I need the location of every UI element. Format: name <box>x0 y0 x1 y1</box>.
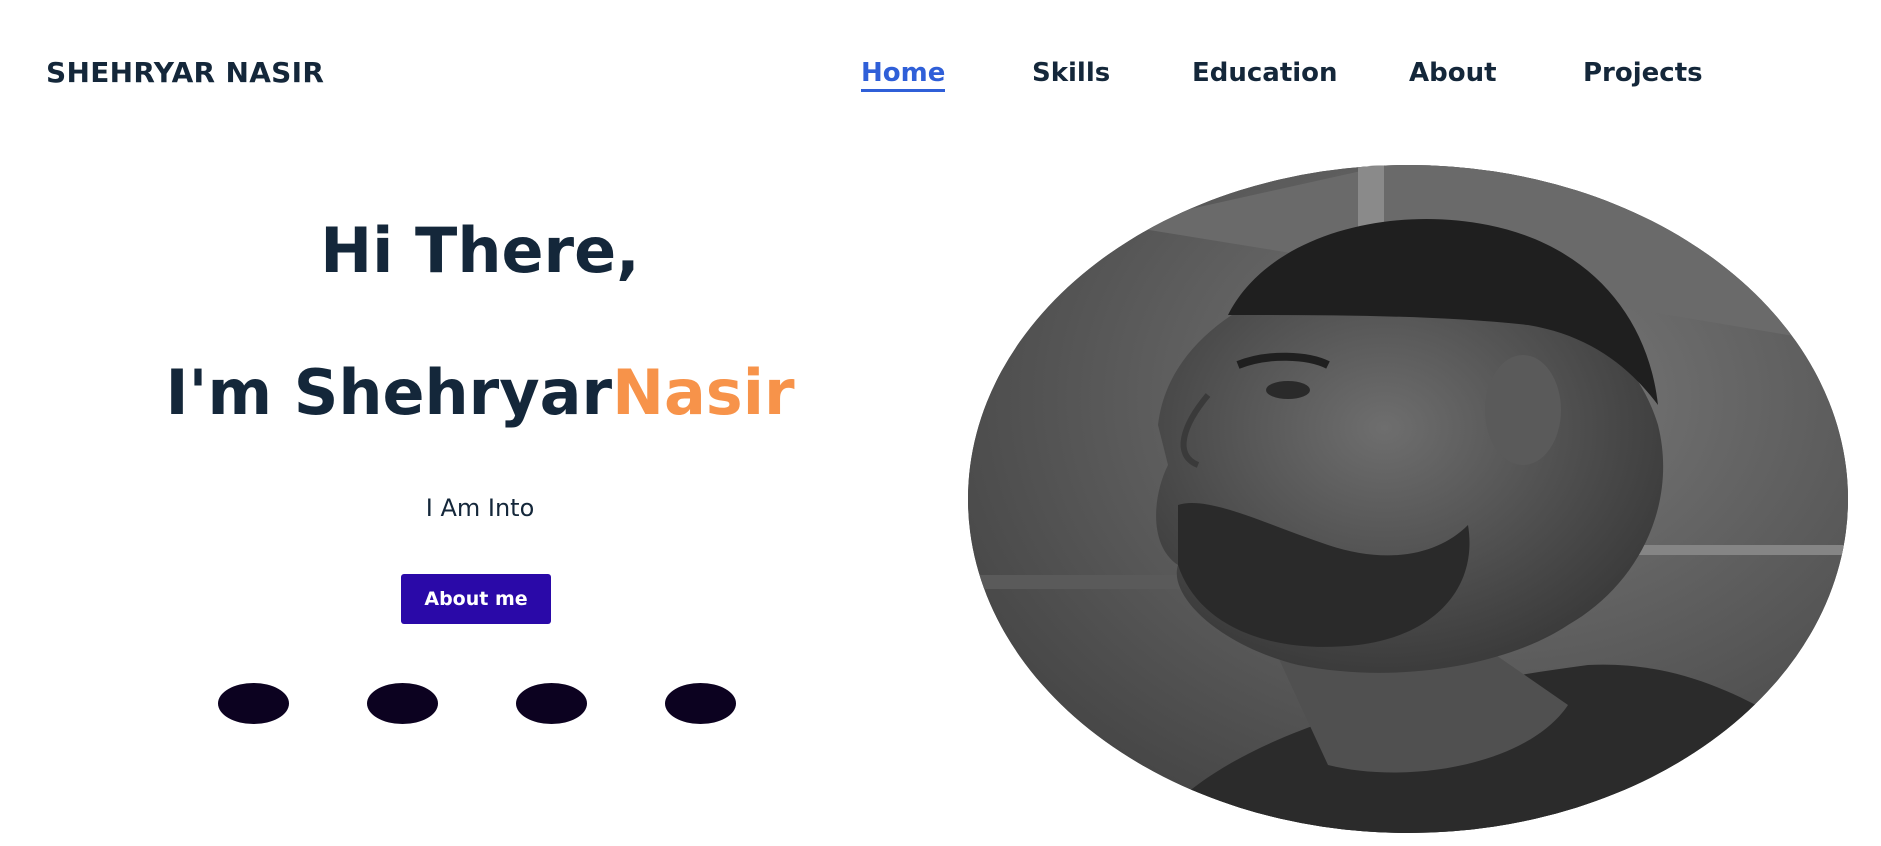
hero-greeting: Hi There, <box>320 214 640 287</box>
nav-education-link[interactable]: Education <box>1192 58 1338 88</box>
nav-projects-link[interactable]: Projects <box>1583 58 1703 88</box>
profile-photo <box>968 165 1848 833</box>
social-icon-2[interactable] <box>367 683 438 724</box>
hero-intro-prefix: I'm <box>165 356 294 429</box>
hero-subtitle: I Am Into <box>425 494 535 522</box>
page: SHEHRYAR NASIR Home Skills Education Abo… <box>0 0 1881 846</box>
nav-about-link[interactable]: About <box>1409 58 1497 88</box>
social-icon-4[interactable] <box>665 683 736 724</box>
social-icon-3[interactable] <box>516 683 587 724</box>
nav-home-link[interactable]: Home <box>861 58 946 92</box>
social-icon-1[interactable] <box>218 683 289 724</box>
nav-skills-link[interactable]: Skills <box>1032 58 1110 88</box>
hero-name: I'm ShehryarNasir <box>120 362 840 424</box>
hero-first-name: Shehryar <box>293 356 613 429</box>
hero-last-name: Nasir <box>612 356 795 429</box>
main-nav: Home Skills Education About Projects <box>0 58 1881 98</box>
about-me-button[interactable]: About me <box>401 574 551 624</box>
profile-photo-illustration <box>968 165 1848 833</box>
